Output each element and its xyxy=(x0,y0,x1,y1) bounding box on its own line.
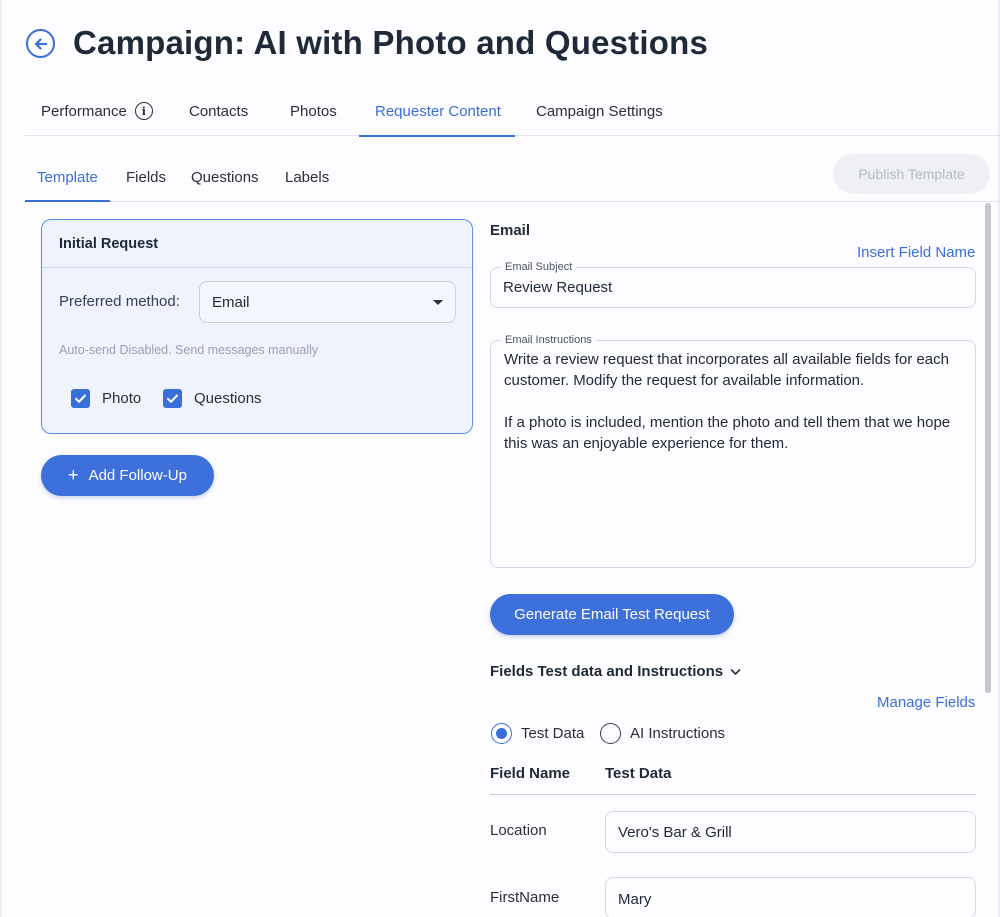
window-edge-left xyxy=(0,0,2,917)
publish-template-button[interactable]: Publish Template xyxy=(833,154,990,194)
add-follow-up-label: Add Follow-Up xyxy=(88,467,187,484)
email-subject-value: Review Request xyxy=(503,279,613,296)
page: Campaign: AI with Photo and Questions Pe… xyxy=(0,0,1000,917)
email-subject-field[interactable]: Email Subject Review Request xyxy=(490,261,976,308)
preferred-method-select[interactable]: Email xyxy=(199,281,456,323)
scrollbar[interactable] xyxy=(985,203,991,693)
info-icon[interactable]: i xyxy=(134,102,153,120)
fields-test-data-label: Fields Test data and Instructions xyxy=(490,663,724,680)
add-follow-up-button[interactable]: + Add Follow-Up xyxy=(41,455,214,496)
field-row-name: FirstName xyxy=(490,889,560,906)
column-test-data: Test Data xyxy=(605,765,672,782)
questions-checkbox[interactable]: Questions xyxy=(163,389,262,408)
caret-down-icon xyxy=(433,299,443,305)
radio-ai-instructions-label: AI Instructions xyxy=(630,725,726,742)
back-button[interactable] xyxy=(26,29,55,58)
field-row-value: Mary xyxy=(618,891,652,908)
email-instructions-label: Email Instructions xyxy=(501,334,596,346)
photo-checkbox[interactable]: Photo xyxy=(71,389,141,408)
preferred-method-value: Email xyxy=(212,293,250,311)
fields-test-data-toggle[interactable]: Fields Test data and Instructions xyxy=(490,663,741,680)
main-tabs: Performance i Contacts Photos Requester … xyxy=(25,86,1000,137)
photo-checkbox-label: Photo xyxy=(102,390,142,407)
tab-requester-content[interactable]: Requester Content xyxy=(359,86,515,137)
subtab-labels[interactable]: Labels xyxy=(285,153,329,201)
tab-performance[interactable]: Performance i xyxy=(41,86,153,136)
field-row-input[interactable]: Vero's Bar & Grill xyxy=(605,811,976,853)
subtab-fields[interactable]: Fields xyxy=(126,153,166,201)
field-row-name: Location xyxy=(490,822,547,839)
insert-field-name-link[interactable]: Insert Field Name xyxy=(857,244,975,261)
arrow-left-icon xyxy=(34,37,47,50)
fields-table-header: Field Name Test Data xyxy=(490,764,976,795)
email-heading: Email xyxy=(490,222,531,239)
checkmark-icon xyxy=(71,389,90,408)
initial-request-card[interactable]: Initial Request Preferred method: Email … xyxy=(41,219,473,434)
preferred-method-label: Preferred method: xyxy=(59,293,180,310)
checkmark-icon xyxy=(163,389,182,408)
radio-test-data[interactable]: Test Data xyxy=(491,723,584,744)
tab-campaign-settings[interactable]: Campaign Settings xyxy=(536,86,663,136)
radio-ai-instructions[interactable]: AI Instructions xyxy=(600,723,725,744)
card-title: Initial Request xyxy=(42,220,472,268)
email-instructions-value: Write a review request that incorporates… xyxy=(504,351,951,452)
questions-checkbox-label: Questions xyxy=(194,390,262,407)
generate-email-test-button[interactable]: Generate Email Test Request xyxy=(490,594,734,635)
field-row-input[interactable]: Mary xyxy=(605,877,976,917)
radio-selected-icon xyxy=(491,723,512,744)
column-field-name: Field Name xyxy=(490,765,571,782)
tab-contacts[interactable]: Contacts xyxy=(189,86,248,136)
auto-send-note: Auto-send Disabled. Send messages manual… xyxy=(59,343,319,357)
radio-unselected-icon xyxy=(600,723,621,744)
field-row-value: Vero's Bar & Grill xyxy=(618,824,732,841)
tab-photos[interactable]: Photos xyxy=(290,86,337,136)
plus-icon: + xyxy=(68,465,79,485)
tab-performance-label: Performance xyxy=(41,102,127,120)
email-subject-label: Email Subject xyxy=(501,261,577,273)
subtab-template[interactable]: Template xyxy=(25,153,110,202)
email-instructions-field[interactable]: Email Instructions Write a review reques… xyxy=(490,334,976,568)
manage-fields-link[interactable]: Manage Fields xyxy=(877,694,975,711)
chevron-down-icon xyxy=(730,668,741,675)
page-title: Campaign: AI with Photo and Questions xyxy=(73,24,709,61)
subtab-questions[interactable]: Questions xyxy=(191,153,259,201)
radio-test-data-label: Test Data xyxy=(521,725,585,742)
